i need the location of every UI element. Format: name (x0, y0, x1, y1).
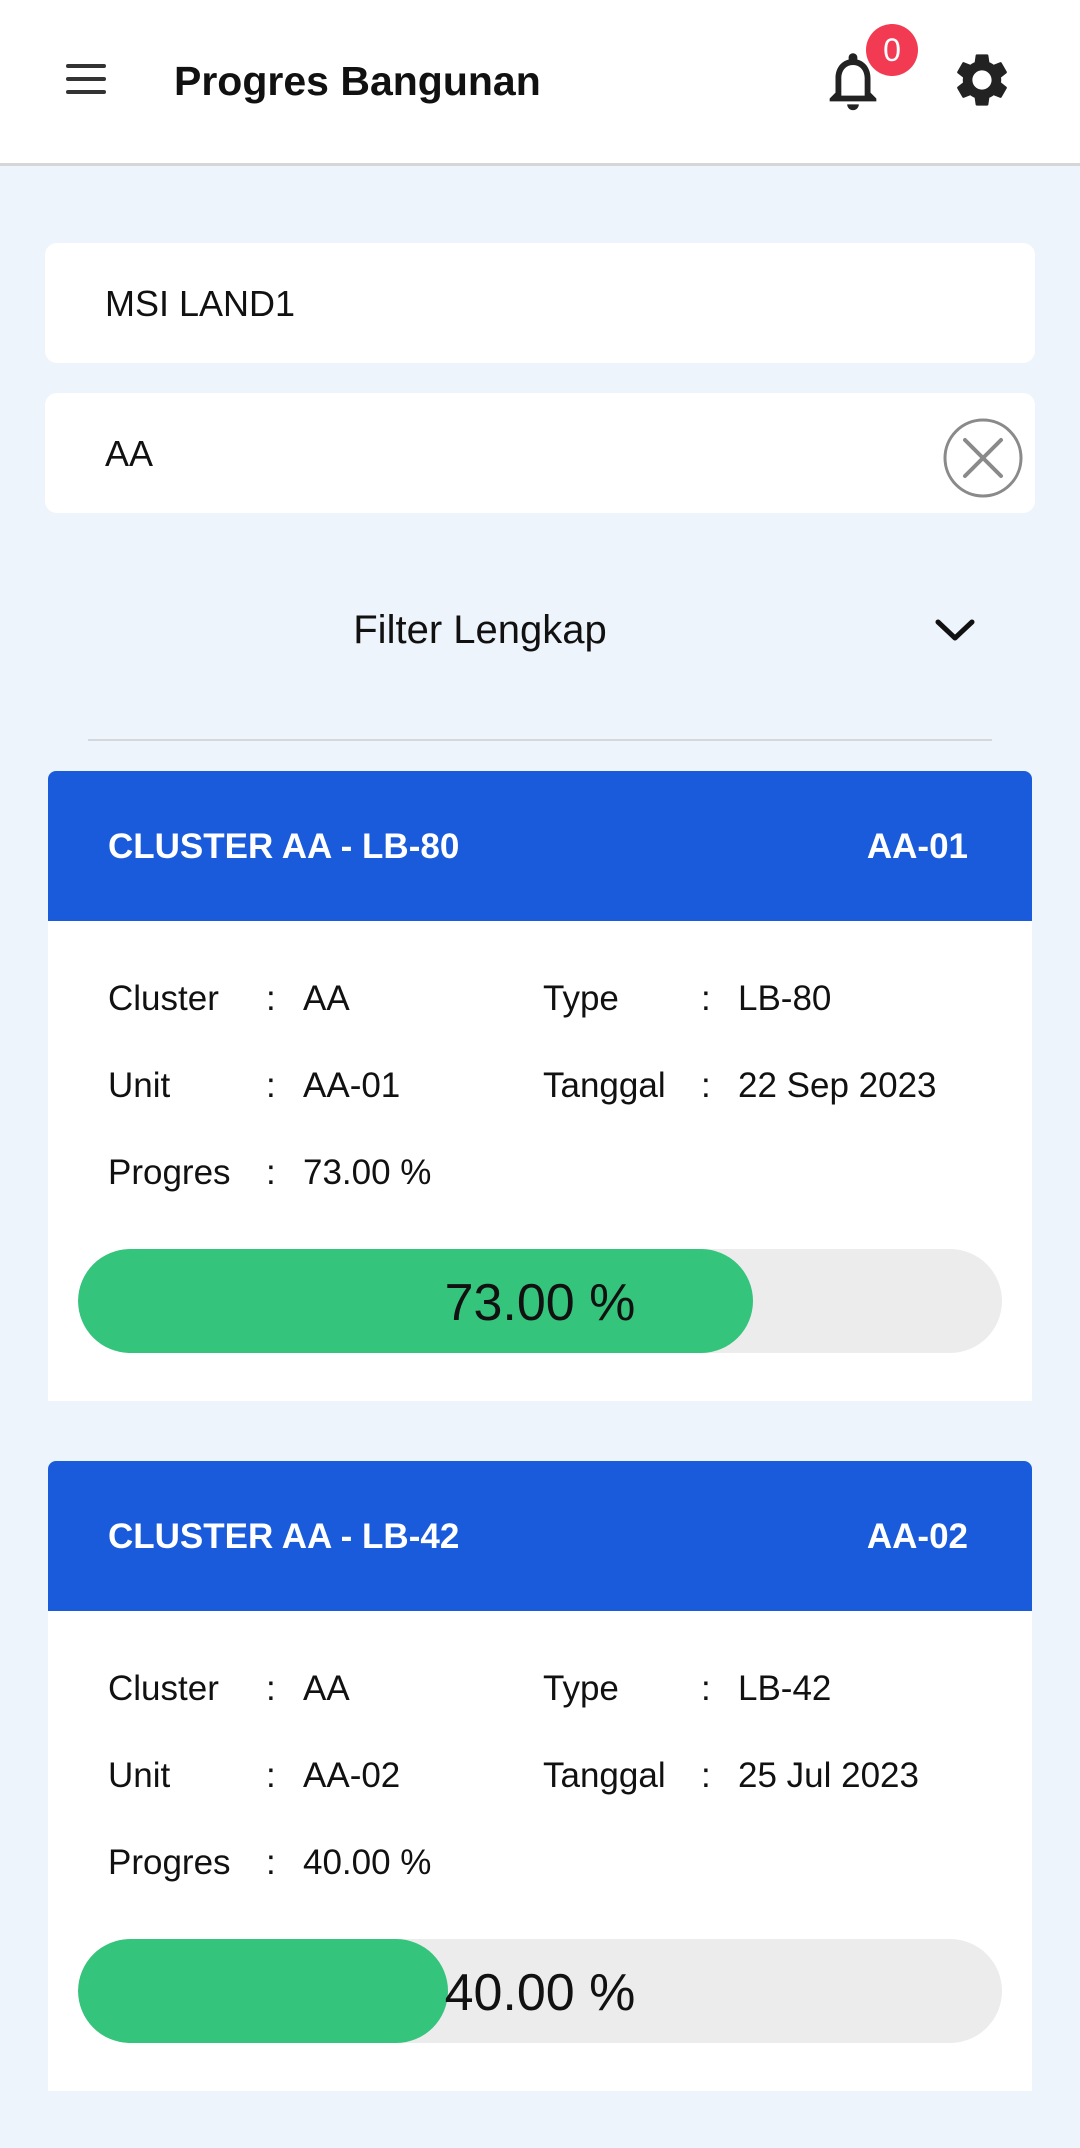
type-value: LB-80 (738, 979, 832, 1018)
progress-bar: 73.00 % (78, 1249, 1002, 1353)
unit-value: AA-01 (303, 1066, 401, 1105)
card-header[interactable]: CLUSTER AA - LB-42 AA-02 (48, 1461, 1032, 1611)
date-value: 22 Sep 2023 (738, 1066, 937, 1105)
clear-cluster-button[interactable] (943, 418, 1023, 498)
date-label: Tanggal (543, 1066, 666, 1105)
progress-bar-text: 40.00 % (444, 1964, 636, 2022)
type-label: Type (543, 1669, 619, 1708)
card-unit-code: AA-01 (866, 827, 968, 866)
cluster-value: AA (303, 1669, 350, 1708)
unit-label: Unit (108, 1756, 171, 1795)
separator: : (266, 1153, 276, 1192)
page-title: Progres Bangunan (174, 58, 541, 104)
separator: : (266, 979, 276, 1018)
progress-bar-text: 73.00 % (444, 1274, 636, 1332)
menu-icon[interactable] (66, 64, 108, 94)
separator: : (701, 1066, 711, 1105)
cluster-value: AA (303, 979, 350, 1018)
cluster-label: Cluster (108, 979, 219, 1018)
project-value: MSI LAND1 (105, 283, 296, 324)
app-bar: Progres Bangunan 0 (0, 0, 1080, 166)
chevron-down-icon (935, 619, 975, 641)
advanced-filter-label: Filter Lengkap (353, 608, 607, 652)
separator: : (266, 1669, 276, 1708)
card-title: CLUSTER AA - LB-42 (108, 1517, 460, 1556)
divider (88, 739, 992, 741)
separator: : (266, 1756, 276, 1795)
card-body: Cluster : AA Type : LB-42 Unit : AA-02 T… (48, 1611, 1032, 2091)
progress-label: Progres (108, 1843, 231, 1882)
progress-value: 73.00 % (303, 1153, 432, 1192)
unit-label: Unit (108, 1066, 171, 1105)
notification-badge: 0 (866, 24, 918, 76)
type-label: Type (543, 979, 619, 1018)
advanced-filter-toggle[interactable]: Filter Lengkap (45, 580, 1035, 680)
separator: : (701, 979, 711, 1018)
project-select-field[interactable]: MSI LAND1 (45, 243, 1035, 363)
unit-value: AA-02 (303, 1756, 401, 1795)
type-value: LB-42 (738, 1669, 832, 1708)
settings-button[interactable] (950, 48, 1014, 112)
separator: : (701, 1756, 711, 1795)
card-title: CLUSTER AA - LB-80 (108, 827, 460, 866)
cluster-value: AA (105, 433, 154, 474)
card-body: Cluster : AA Type : LB-80 Unit : AA-01 T… (48, 921, 1032, 1401)
cluster-select-field[interactable]: AA (45, 393, 1035, 513)
gear-icon (957, 54, 1007, 106)
separator: : (701, 1669, 711, 1708)
progress-value: 40.00 % (303, 1843, 432, 1882)
separator: : (266, 1066, 276, 1105)
separator: : (266, 1843, 276, 1882)
date-label: Tanggal (543, 1756, 666, 1795)
unit-card[interactable]: CLUSTER AA - LB-42 AA-02 Cluster : AA Ty… (48, 1461, 1032, 2091)
close-circle-icon (943, 418, 1023, 498)
cluster-label: Cluster (108, 1669, 219, 1708)
card-unit-code: AA-02 (866, 1517, 968, 1556)
progress-bar: 40.00 % (78, 1939, 1002, 2043)
progress-label: Progres (108, 1153, 231, 1192)
date-value: 25 Jul 2023 (738, 1756, 919, 1795)
unit-card[interactable]: CLUSTER AA - LB-80 AA-01 Cluster : AA Ty… (48, 771, 1032, 1401)
card-header[interactable]: CLUSTER AA - LB-80 AA-01 (48, 771, 1032, 921)
